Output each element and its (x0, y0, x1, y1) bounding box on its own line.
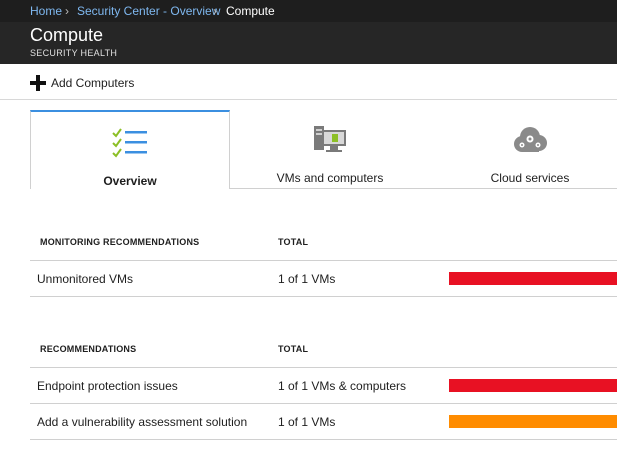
tile-overview-label: Overview (103, 174, 157, 188)
column-header-name: MONITORING RECOMMENDATIONS (40, 237, 200, 247)
table-row-vulnerability-assessment[interactable]: Add a vulnerability assessment solution … (30, 404, 617, 440)
add-computers-button[interactable]: Add Computers (30, 74, 134, 92)
row-name: Endpoint protection issues (37, 379, 178, 393)
tile-vms-and-computers[interactable]: VMs and computers (230, 110, 430, 189)
breadcrumb-home-link[interactable]: Home (30, 0, 62, 22)
tile-cloud-services-label: Cloud services (490, 171, 570, 185)
column-header-total: TOTAL (278, 344, 309, 354)
breadcrumb-separator: › (65, 4, 69, 18)
blade-header: Compute SECURITY HEALTH (0, 22, 617, 64)
row-total: 1 of 1 VMs (278, 415, 336, 429)
column-header-name: RECOMMENDATIONS (40, 344, 137, 354)
tile-overview[interactable]: Overview (30, 110, 230, 189)
row-total: 1 of 1 VMs (278, 272, 336, 286)
plus-icon (30, 75, 46, 91)
column-header-total: TOTAL (278, 237, 309, 247)
row-total: 1 of 1 VMs & computers (278, 379, 407, 393)
row-name: Add a vulnerability assessment solution (37, 415, 248, 429)
row-name: Unmonitored VMs (37, 272, 134, 286)
severity-bar (449, 415, 617, 428)
table-header: RECOMMENDATIONS TOTAL (30, 331, 617, 368)
table-row-unmonitored-vms[interactable]: Unmonitored VMs 1 of 1 VMs (30, 261, 617, 297)
computers-icon (310, 124, 350, 163)
table-row-endpoint-protection[interactable]: Endpoint protection issues 1 of 1 VMs & … (30, 368, 617, 404)
breadcrumb-separator: › (213, 4, 217, 18)
breadcrumb-security-center-link[interactable]: Security Center - Overview (77, 0, 220, 22)
breadcrumb-current: Compute (226, 4, 275, 18)
add-computers-label: Add Computers (51, 76, 135, 90)
command-bar: Add Computers (0, 64, 617, 100)
tile-divider (229, 188, 617, 189)
recommendations-table: RECOMMENDATIONS TOTAL Endpoint protectio… (30, 331, 617, 440)
severity-bar (449, 272, 617, 285)
checklist-icon (110, 126, 150, 165)
cloud-gear-icon (510, 124, 550, 163)
breadcrumb: Home › Security Center - Overview › Comp… (0, 0, 617, 22)
tile-cloud-services[interactable]: Cloud services (430, 110, 617, 189)
page-title: Compute (30, 25, 104, 45)
page-subtitle: SECURITY HEALTH (30, 48, 118, 58)
tile-strip: Overview VMs and computers Cloud service… (0, 110, 617, 189)
table-header: MONITORING RECOMMENDATIONS TOTAL (30, 224, 617, 261)
monitoring-recommendations-table: MONITORING RECOMMENDATIONS TOTAL Unmonit… (30, 224, 617, 297)
severity-bar (449, 379, 617, 392)
tile-vms-label: VMs and computers (276, 171, 384, 185)
